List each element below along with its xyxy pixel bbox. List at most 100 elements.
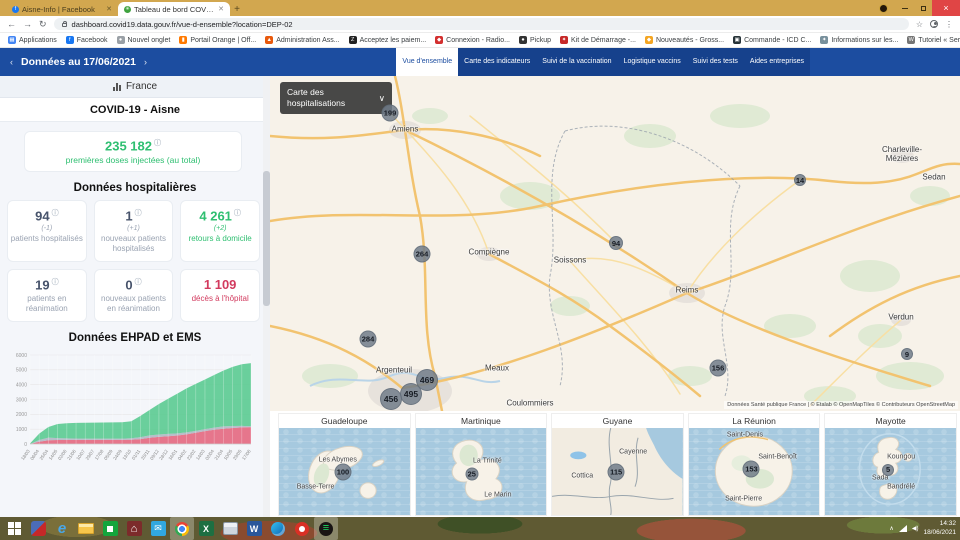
forward-icon[interactable]: → (23, 19, 32, 29)
nav-tab-suivi-des-tests[interactable]: Suivi des tests (687, 48, 744, 76)
scrollbar-thumb[interactable] (263, 171, 270, 306)
back-icon[interactable]: ← (7, 19, 16, 29)
bookmark-administration-ass[interactable]: ▲ Administration Ass... (265, 36, 340, 44)
bookmark-tutoriel-servietta[interactable]: WTutoriel « Servietta... (907, 36, 960, 44)
info-icon[interactable]: ⓘ (52, 279, 59, 286)
info-icon[interactable]: ⓘ (135, 210, 142, 217)
chrome-icon[interactable] (170, 517, 194, 540)
info-icon[interactable]: ⓘ (154, 140, 161, 147)
nav-tab-aides-entreprises[interactable]: Aides entreprises (744, 48, 810, 76)
browser-tab-dashboard[interactable]: ✳ Tableau de bord COVID-19 Suivi ✕ (118, 2, 230, 16)
info-icon[interactable]: ⓘ (52, 210, 59, 217)
excel-icon[interactable] (194, 517, 218, 540)
ehpad-chart-container: 0 1000 2000 3000 4000 5000 6000 18/03 06/04 25/04… (4, 350, 264, 481)
city-label-amiens: Amiens (391, 124, 419, 134)
internet-explorer-icon[interactable] (50, 517, 74, 540)
map-layer-dropdown[interactable]: Carte des hospitalisations ∨ (280, 82, 392, 115)
new-tab-button[interactable]: + (230, 3, 244, 16)
minimap-title: La Réunion (688, 414, 820, 428)
map-main[interactable]: Carte des hospitalisations ∨ Données San… (270, 76, 960, 411)
profile-avatar[interactable] (879, 3, 888, 13)
next-date-icon[interactable]: › (144, 57, 147, 67)
store-icon[interactable] (98, 517, 122, 540)
info-icon[interactable]: ⓘ (234, 210, 241, 217)
speaker-icon[interactable]: ◀) (912, 525, 919, 532)
network-icon[interactable] (898, 525, 907, 532)
svg-text:3000: 3000 (16, 397, 27, 403)
minimap-title: Guadeloupe (279, 414, 410, 428)
game-icon[interactable] (26, 517, 50, 540)
info-icon[interactable]: ⓘ (135, 279, 142, 286)
mail-icon[interactable] (146, 517, 170, 540)
bookmark-facebook[interactable]: f Facebook (65, 36, 108, 44)
nav-tab-suivi-de-la-vaccination[interactable]: Suivi de la vaccination (536, 48, 617, 76)
bookmark-nouvel-onglet[interactable]: ● Nouvel onglet (116, 36, 170, 44)
bookmark-informations-sur-les[interactable]: ✦ Informations sur les... (820, 36, 898, 44)
nav-tab-vue-d-ensemble[interactable]: Vue d'ensemble (396, 48, 459, 76)
minimap-guyane[interactable]: Guyane Cayenne Cottica 115 (551, 413, 684, 516)
bookmark-applications[interactable]: ▦ Applications (8, 36, 57, 44)
taskbar: ∧ ◀) 14:32 18/06/2021 (0, 517, 960, 540)
map-marker[interactable]: 25 (465, 467, 479, 481)
map-marker[interactable]: 456 (380, 388, 402, 410)
close-button[interactable] (932, 0, 960, 16)
edge-icon[interactable] (266, 517, 290, 540)
chevron-down-icon: ∨ (378, 92, 385, 103)
bookmark-connexion-radio[interactable]: ◆ Connexion - Radio... (435, 36, 510, 44)
profile-icon[interactable] (930, 20, 938, 28)
bookmark-acceptez-les-paiem[interactable]: Z Acceptez les paiem... (348, 36, 426, 44)
place-label-bandr-l: Bandrélé (887, 483, 916, 491)
sidebar: France COVID-19 - Aisne 235 182 ⓘ premièr… (0, 76, 270, 517)
sidebar-scrollbar[interactable] (263, 76, 270, 517)
map-marker[interactable]: 5 (882, 463, 895, 476)
address-bar[interactable]: dashboard.covid19.data.gouv.fr/vue-d-ens… (53, 18, 909, 30)
spotify-icon[interactable] (314, 517, 338, 540)
map-marker[interactable]: 156 (709, 359, 727, 377)
word-icon[interactable] (242, 517, 266, 540)
map-marker[interactable]: 94 (609, 236, 623, 250)
minimap-la-reunion[interactable]: La Réunion Saint-Denis Saint-Benoît Saint-… (687, 413, 821, 516)
map-marker[interactable]: 9 (901, 348, 913, 360)
map-marker[interactable]: 153 (742, 460, 760, 478)
map-marker[interactable]: 115 (607, 463, 625, 480)
minimap-mayotte[interactable]: Mayotte Koungou Sada Bandrélé 5 (824, 413, 957, 516)
minimap-martinique[interactable]: Martinique La Trinité Le Marin 25 (414, 413, 548, 516)
bookmark-commande-icd-c[interactable]: ▣ Commande - ICD C... (733, 36, 811, 44)
tray-expand-icon[interactable]: ∧ (889, 525, 893, 532)
country-selector[interactable]: France (0, 76, 270, 98)
browser-tab-facebook[interactable]: f Aisne-Info | Facebook ✕ (6, 2, 118, 16)
bookmark-star-icon[interactable]: ☆ (916, 20, 923, 29)
page-title: COVID-19 - Aisne (0, 98, 270, 122)
menu-icon[interactable]: ⋮ (945, 20, 953, 29)
minimize-button[interactable] (896, 0, 914, 16)
svg-text:1000: 1000 (16, 427, 27, 433)
media-icon[interactable] (290, 517, 314, 540)
clock[interactable]: 14:32 18/06/2021 (923, 520, 956, 538)
map-marker[interactable]: 199 (381, 104, 399, 122)
bookmark-favicon-icon: ▣ (733, 36, 742, 44)
map-area: Carte des hospitalisations ∨ Données San… (270, 76, 960, 517)
tab-close-icon[interactable]: ✕ (218, 5, 224, 13)
nav-tab-logistique-vaccins[interactable]: Logistique vaccins (618, 48, 687, 76)
map-marker[interactable]: 14 (794, 174, 806, 186)
home-icon[interactable] (122, 517, 146, 540)
prev-date-icon[interactable]: ‹ (10, 57, 13, 67)
bookmark-favicon-icon: f (65, 36, 74, 44)
file-explorer-icon[interactable] (74, 517, 98, 540)
scanner-icon[interactable] (218, 517, 242, 540)
bookmark-favicon-icon: Z (348, 36, 357, 44)
map-marker[interactable]: 495 (400, 383, 422, 405)
bookmark-pickup[interactable]: ● Pickup (518, 36, 551, 44)
bookmark-portail-orange-off[interactable]: ▮ Portail Orange | Off... (179, 36, 256, 44)
refresh-icon[interactable]: ↻ (39, 19, 47, 30)
minimap-guadeloupe[interactable]: Guadeloupe Les Abymes Basse-Terre 100 (278, 413, 411, 516)
tab-close-icon[interactable]: ✕ (106, 5, 112, 13)
map-marker[interactable]: 264 (413, 245, 431, 263)
map-marker[interactable]: 100 (334, 463, 352, 480)
restore-button[interactable] (914, 0, 932, 16)
start-icon[interactable] (2, 517, 26, 540)
nav-tab-carte-des-indicateurs[interactable]: Carte des indicateurs (458, 48, 536, 76)
map-marker[interactable]: 284 (359, 330, 377, 348)
bookmark-nouveaut-s-gross[interactable]: ◆ Nouveautés - Gross... (644, 36, 724, 44)
bookmark-kit-de-d-marrage[interactable]: ✦ Kit de Démarrage -... (560, 36, 636, 44)
